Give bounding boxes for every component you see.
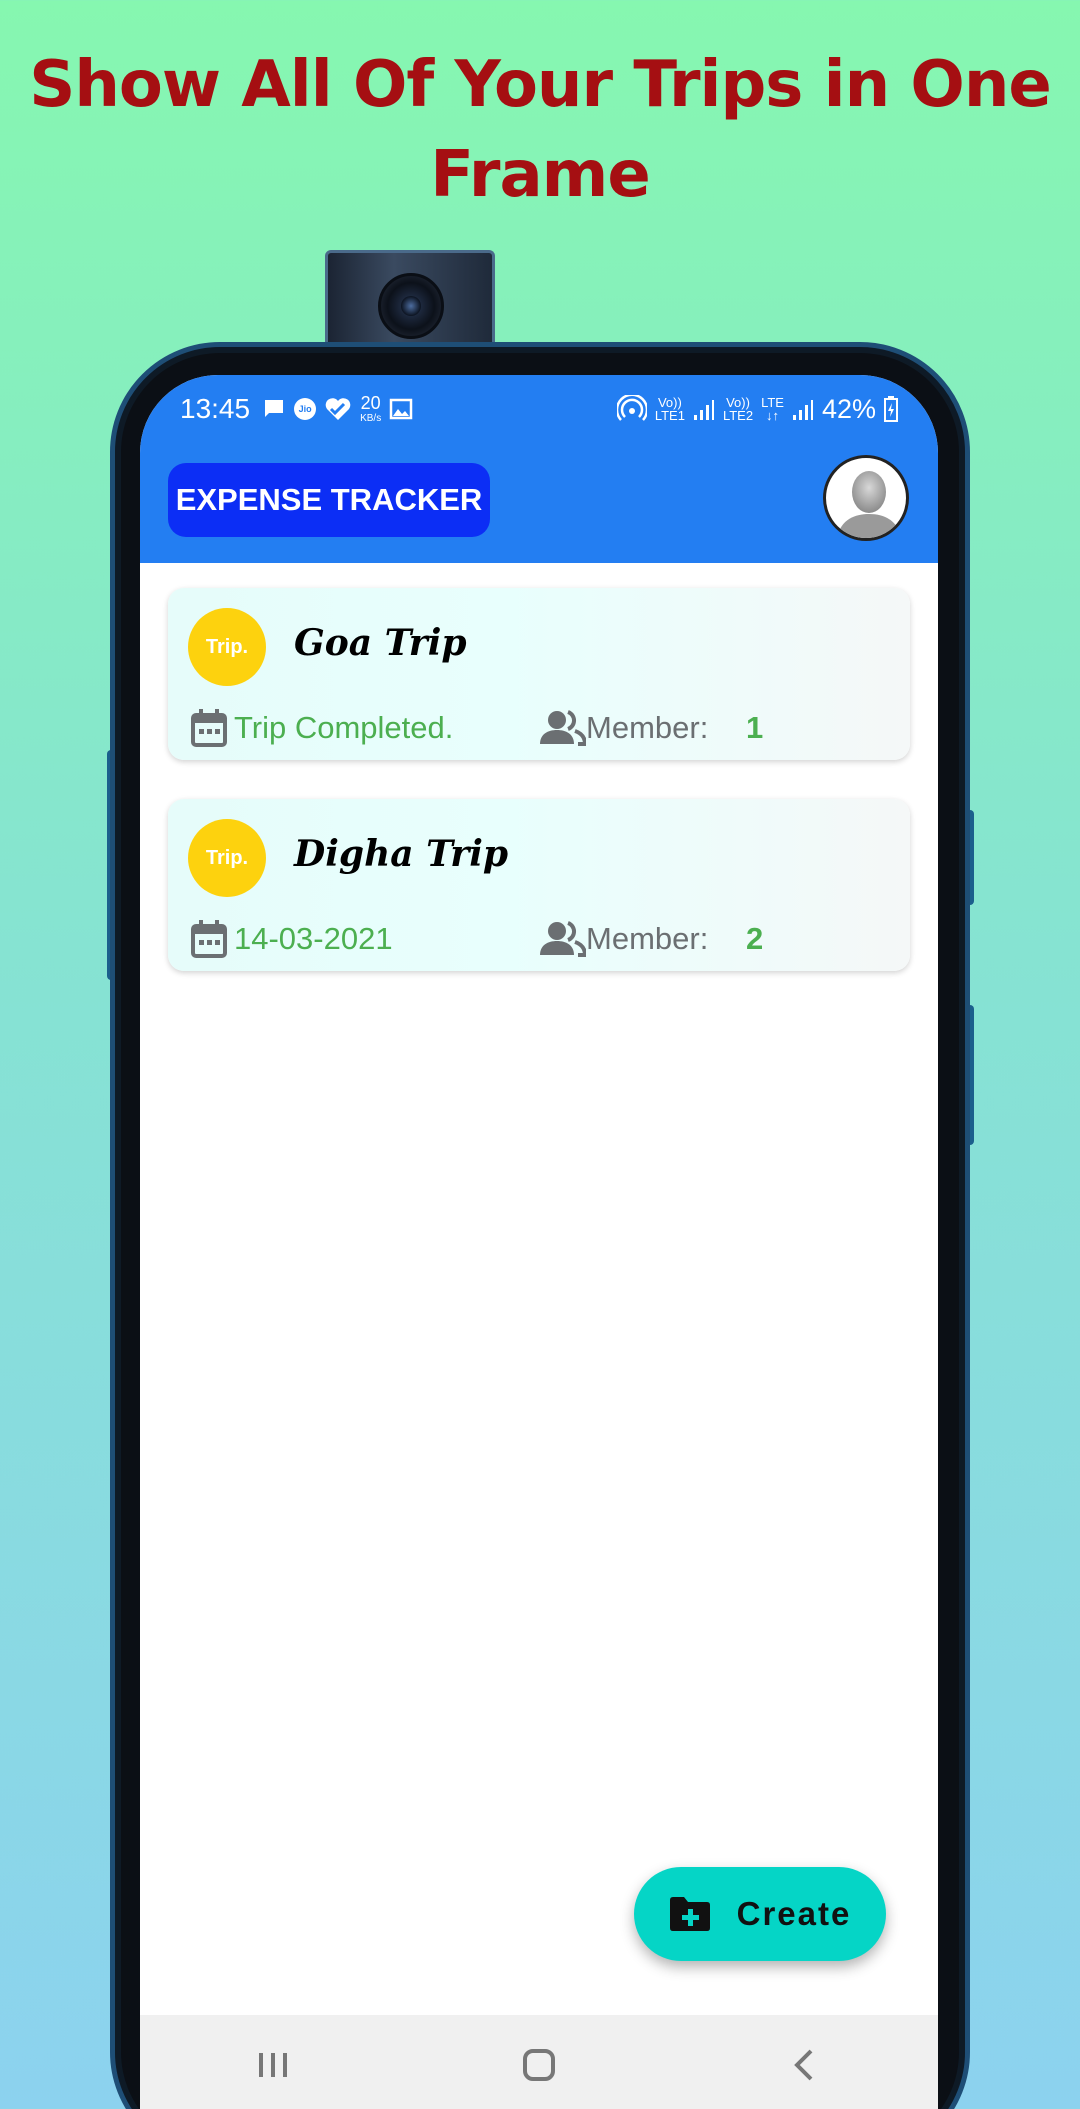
data-arrows-icon: ↓↑ [766, 408, 779, 423]
promo-headline: Show All Of Your Trips in One Frame [0, 40, 1080, 220]
back-icon[interactable] [785, 2045, 825, 2085]
message-icon [265, 400, 284, 417]
trip-date: 14-03-2021 [234, 921, 393, 956]
app-title: EXPENSE TRACKER [168, 463, 490, 537]
folder-plus-icon [669, 1897, 710, 1931]
profile-avatar[interactable] [823, 455, 909, 541]
hotspot-icon [616, 395, 647, 421]
network-speed-value: 20 [360, 392, 381, 413]
member-label: Member: [586, 710, 709, 745]
health-icon [325, 398, 351, 420]
home-icon[interactable] [519, 2045, 559, 2085]
camera-lens [378, 273, 444, 339]
signal-icon [693, 400, 714, 420]
member-count: 1 [746, 710, 764, 745]
network-speed-unit: KB/s [360, 412, 382, 424]
promo-headline-line2: Frame [430, 138, 650, 212]
calendar-icon [191, 920, 227, 958]
create-button-label: Create [736, 1895, 852, 1932]
people-icon [540, 710, 586, 746]
sim1-label: LTE1 [654, 408, 685, 423]
app-screen: 13:45 Jio 20 KB/s Vo)) LTE1 Vo)) LTE2 LT… [140, 375, 938, 2109]
trip-name: Digha Trip [294, 833, 509, 875]
gallery-icon [389, 398, 413, 420]
sim2-indicator: Vo)) LTE2 [723, 396, 753, 422]
jio-icon: Jio [294, 398, 317, 420]
network-speed: 20 KB/s [360, 394, 381, 425]
trip-card[interactable]: Trip. Goa Trip Trip Completed. Member: 1 [168, 588, 910, 760]
status-time: 13:45 [180, 393, 251, 424]
trip-status: Trip Completed. [234, 710, 454, 745]
people-icon [540, 921, 586, 957]
status-bar: 13:45 Jio 20 KB/s Vo)) LTE1 Vo)) LTE2 LT… [140, 375, 938, 443]
calendar-icon [191, 709, 227, 747]
member-label: Member: [586, 921, 709, 956]
app-bar: EXPENSE TRACKER [140, 443, 938, 563]
signal-icon [792, 400, 813, 420]
recent-apps-icon[interactable] [253, 2045, 293, 2085]
lte-indicator: LTE ↓↑ [761, 396, 784, 422]
trip-logo: Trip. [188, 608, 266, 686]
sim2-label: LTE2 [722, 408, 754, 423]
sim1-indicator: Vo)) LTE1 [655, 396, 685, 422]
popup-camera [325, 250, 495, 350]
avatar-person-icon [837, 471, 901, 538]
trip-card[interactable]: Trip. Digha Trip 14-03-2021 Member: 2 [168, 799, 910, 971]
promo-headline-line1: Show All Of Your Trips in One [29, 48, 1052, 122]
member-count: 2 [746, 921, 764, 956]
battery-charging-icon [884, 396, 898, 422]
trip-logo: Trip. [188, 819, 266, 897]
create-trip-button[interactable]: Create [634, 1867, 886, 1961]
system-nav-bar [140, 2015, 938, 2109]
trip-name: Goa Trip [294, 622, 467, 664]
battery-percent: 42% [821, 393, 876, 424]
